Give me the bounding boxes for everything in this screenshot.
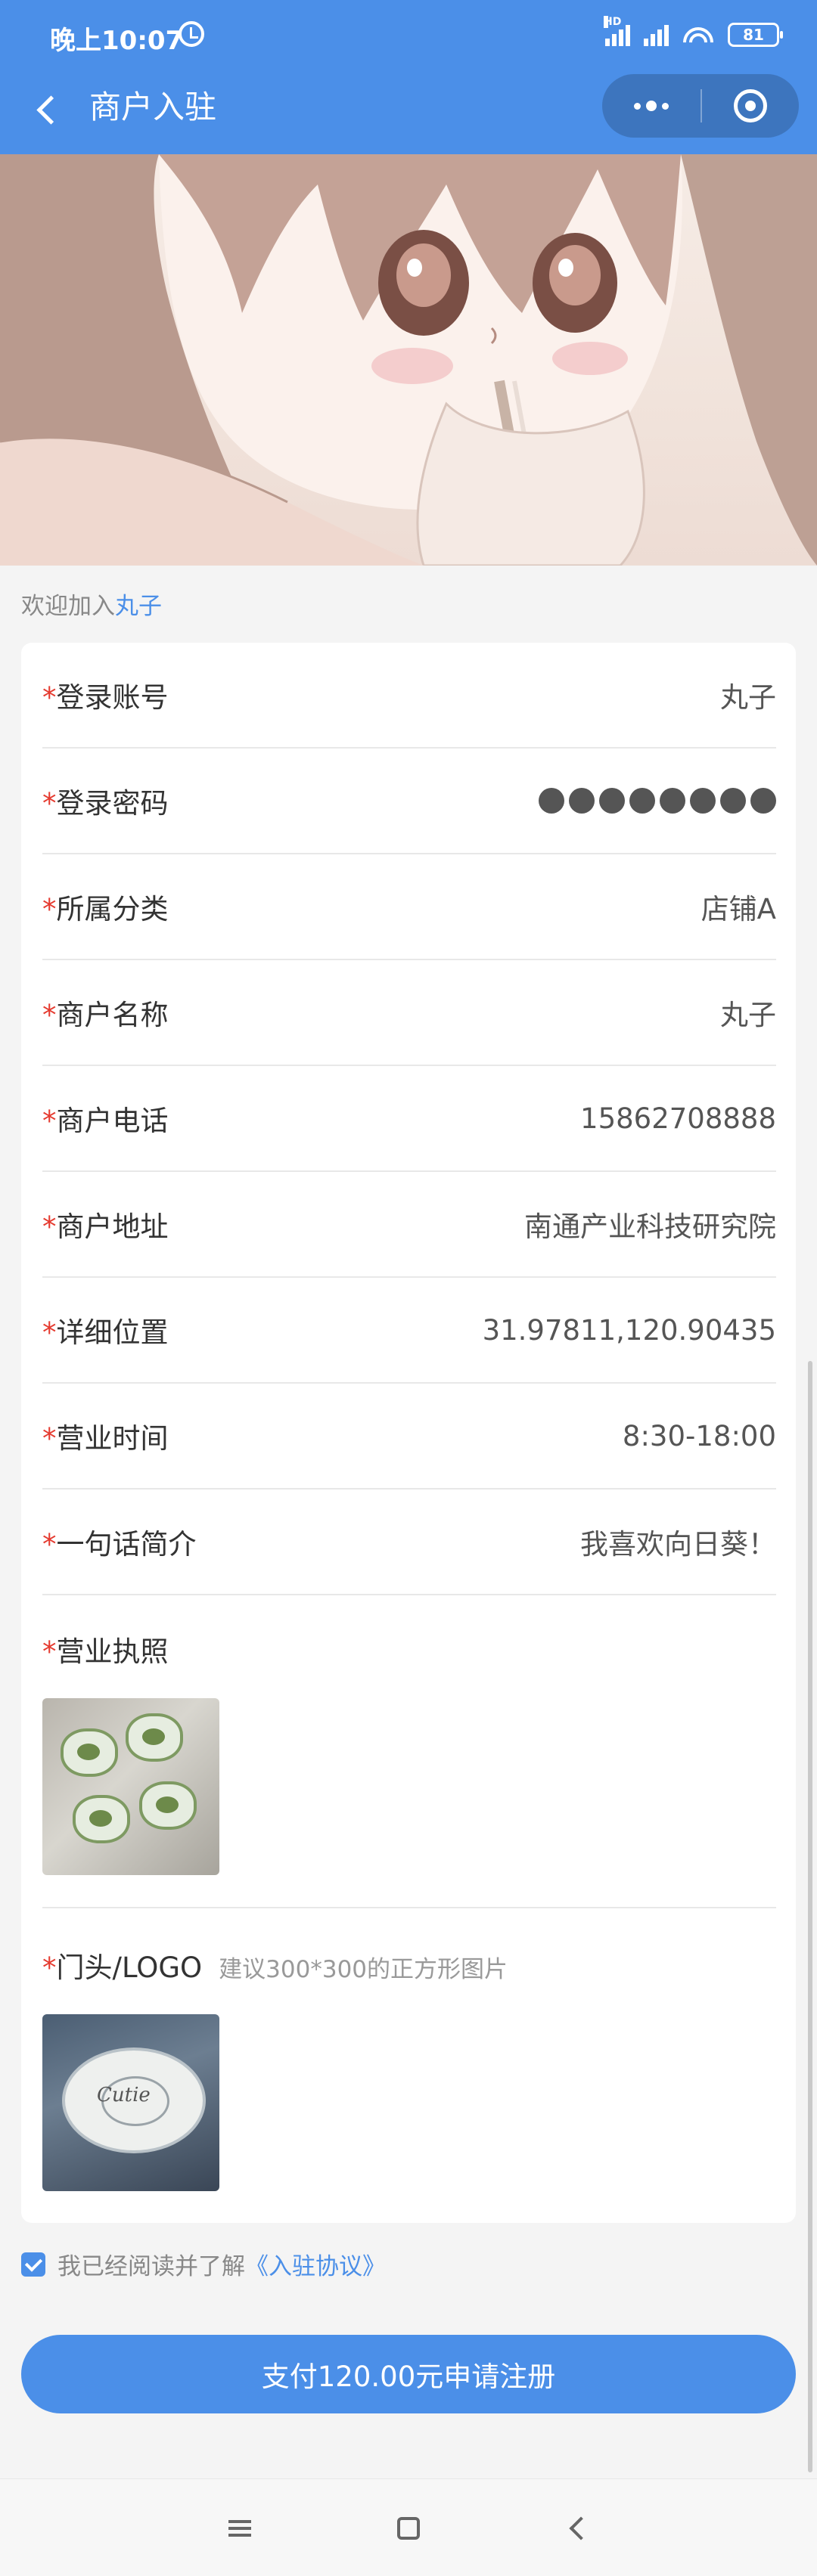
back-system-icon[interactable] — [552, 2502, 605, 2555]
form-row-location[interactable]: *详细位置 31.97811,120.90435 — [42, 1278, 776, 1384]
hd-label: HD — [604, 16, 622, 28]
logo-hint: 建议300*300的正方形图片 — [219, 1956, 508, 1983]
signal-icon — [644, 23, 669, 46]
menu-icon[interactable] — [213, 2502, 266, 2555]
navigation-bar: 商户入驻 — [0, 70, 817, 154]
battery-icon: 81 — [728, 23, 783, 47]
wifi-icon — [682, 23, 714, 47]
mini-program-capsule — [602, 74, 799, 138]
page-title: 商户入驻 — [89, 88, 217, 126]
welcome-prefix: 欢迎加入 — [21, 593, 115, 620]
battery-level: 81 — [743, 26, 764, 44]
scrollbar[interactable] — [808, 1361, 812, 2472]
form-row-category[interactable]: *所属分类 店铺A — [42, 854, 776, 960]
home-icon[interactable] — [382, 2502, 435, 2555]
field-label: *登录账号 — [42, 681, 169, 714]
close-mini-program-icon[interactable] — [702, 74, 799, 138]
logo-image[interactable]: Cutie — [42, 2014, 219, 2191]
status-icons: HD 81 — [604, 16, 783, 50]
hours-value[interactable]: 8:30-18:00 — [623, 1420, 776, 1452]
system-navigation-bar — [0, 2478, 817, 2576]
signal-hd-icon: HD — [604, 16, 630, 46]
agreement-text: 我已经阅读并了解 — [57, 2253, 245, 2280]
license-image[interactable] — [42, 1698, 219, 1875]
field-label: *商户地址 — [42, 1211, 169, 1243]
welcome-merchant-name: 丸子 — [115, 593, 162, 620]
banner-illustration — [0, 154, 817, 566]
field-label: *所属分类 — [42, 893, 169, 925]
field-label: *登录密码 — [42, 787, 169, 820]
field-label: *详细位置 — [42, 1316, 169, 1349]
status-time: 晚上10:07 — [50, 26, 184, 56]
agreement: 我已经阅读并了解 《入驻协议》 — [21, 2247, 386, 2281]
field-label: *商户名称 — [42, 999, 169, 1031]
merchant-form: *登录账号 丸子 *登录密码 *所属分类 店铺A *商户名称 丸子 *商户电话 … — [21, 643, 796, 2223]
form-row-intro[interactable]: *一句话简介 我喜欢向日葵！ — [42, 1489, 776, 1595]
password-mask[interactable] — [539, 788, 776, 814]
welcome-text: 欢迎加入丸子 — [21, 587, 162, 621]
field-label: *商户电话 — [42, 1105, 169, 1137]
form-row-phone[interactable]: *商户电话 15862708888 — [42, 1066, 776, 1172]
field-label: *营业时间 — [42, 1422, 169, 1455]
form-row-merchant-name[interactable]: *商户名称 丸子 — [42, 960, 776, 1066]
form-row-hours[interactable]: *营业时间 8:30-18:00 — [42, 1384, 776, 1489]
anime-girl-illustration — [0, 154, 817, 566]
location-value[interactable]: 31.97811,120.90435 — [483, 1314, 776, 1347]
license-label: *营业执照 — [42, 1635, 169, 1668]
intro-value[interactable]: 我喜欢向日葵！ — [580, 1521, 776, 1562]
phone-value[interactable]: 15862708888 — [580, 1102, 776, 1135]
more-icon[interactable] — [602, 74, 701, 138]
agreement-link[interactable]: 《入驻协议》 — [245, 2247, 386, 2281]
logo-image-text: Cutie — [97, 2084, 151, 2106]
pay-register-button[interactable]: 支付120.00元申请注册 — [21, 2335, 796, 2413]
logo-label: *门头/LOGO 建议300*300的正方形图片 — [42, 1951, 508, 1984]
merchant-name-value[interactable]: 丸子 — [720, 992, 776, 1033]
alarm-icon — [179, 21, 204, 47]
category-value[interactable]: 店铺A — [701, 886, 776, 927]
address-value[interactable]: 南通产业科技研究院 — [524, 1204, 776, 1245]
status-bar: 晚上10:07 HD 81 — [0, 0, 817, 70]
back-icon[interactable] — [27, 89, 70, 132]
form-row-address[interactable]: *商户地址 南通产业科技研究院 — [42, 1172, 776, 1278]
field-label: *一句话简介 — [42, 1528, 197, 1561]
section-divider — [42, 1907, 776, 1908]
top-bar: 晚上10:07 HD 81 商户入驻 — [0, 0, 817, 154]
account-value[interactable]: 丸子 — [720, 674, 776, 715]
form-row-account[interactable]: *登录账号 丸子 — [42, 643, 776, 749]
license-image-content — [61, 1728, 118, 1777]
checkbox-icon[interactable] — [21, 2252, 45, 2277]
form-row-password[interactable]: *登录密码 — [42, 749, 776, 854]
